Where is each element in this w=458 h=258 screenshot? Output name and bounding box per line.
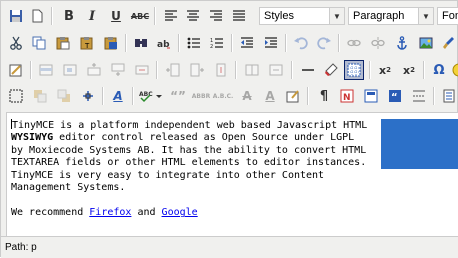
spellcheck-icon[interactable]: ABC <box>138 86 164 106</box>
format-select[interactable]: Paragraph ▼ <box>348 7 434 25</box>
toolbar-row-3: x2 x2 Ω <box>1 57 458 83</box>
svg-text:ABC: ABC <box>139 91 153 98</box>
indent-icon[interactable] <box>261 33 281 53</box>
cite-icon[interactable]: “” <box>168 86 188 106</box>
chevron-down-icon: ▼ <box>329 8 344 24</box>
horizontal-rule-icon[interactable] <box>298 60 318 80</box>
delete-row-icon[interactable] <box>132 60 152 80</box>
replace-icon[interactable]: ab <box>154 33 174 53</box>
align-right-icon[interactable] <box>206 6 226 26</box>
numbered-list-icon[interactable]: 12 <box>207 33 227 53</box>
outdent-icon[interactable] <box>237 33 257 53</box>
toolbar-row-4: A ABC “” ABBR A.B.C. A A ¶ N “ <box>1 83 458 109</box>
insert-layer-icon[interactable] <box>6 86 26 106</box>
strikethrough-icon[interactable]: ABC <box>130 6 150 26</box>
align-left-icon[interactable] <box>161 6 181 26</box>
svg-text:2: 2 <box>210 44 213 49</box>
content-text-3: by Moxiecode Systems AB. It has the abil… <box>11 144 367 156</box>
link-firefox[interactable]: Firefox <box>89 207 131 218</box>
content-text-4: TEXTAREA fields or other HTML elements t… <box>11 157 367 169</box>
bullet-list-icon[interactable] <box>184 33 204 53</box>
page-break-icon[interactable] <box>409 86 429 106</box>
visual-aid-icon[interactable] <box>344 60 364 80</box>
link-google[interactable]: Google <box>162 207 198 218</box>
align-justify-icon[interactable] <box>229 6 249 26</box>
link-icon[interactable] <box>344 33 364 53</box>
paste-word-icon[interactable] <box>101 33 121 53</box>
abbr-icon[interactable]: ABBR <box>191 86 211 106</box>
table-cell-props-icon[interactable] <box>60 60 80 80</box>
insert-col-after-icon[interactable] <box>187 60 207 80</box>
unlink-icon[interactable] <box>368 33 388 53</box>
cut-icon[interactable] <box>6 33 26 53</box>
find-icon[interactable] <box>131 33 151 53</box>
content-text-2: editor control released as Open Source u… <box>53 132 355 144</box>
font-select-label: Fon <box>442 10 458 22</box>
visual-chars-icon[interactable]: ¶ <box>314 86 334 106</box>
content-text-5: TinyMCE is very easy to integrate into o… <box>11 169 325 181</box>
image-icon[interactable] <box>416 33 436 53</box>
chevron-down-icon: ▼ <box>418 8 433 24</box>
acronym-icon[interactable]: A.B.C. <box>213 86 234 106</box>
table-row-props-icon[interactable] <box>36 60 56 80</box>
emotions-icon[interactable] <box>449 60 458 80</box>
svg-text:“: “ <box>391 92 398 103</box>
new-document-icon[interactable] <box>27 6 47 26</box>
recommend-prefix: We recommend <box>11 207 90 219</box>
paste-icon[interactable] <box>53 33 73 53</box>
content-bold-text: WYSIWYG <box>11 132 54 144</box>
insert-col-before-icon[interactable] <box>163 60 183 80</box>
toolbar-row-2: T ab 12 <box>1 30 458 56</box>
redo-icon[interactable] <box>314 33 334 53</box>
styles-select[interactable]: Styles ▼ <box>259 7 345 25</box>
toolbar-row-1: B I U ABC Styles ▼ Paragraph ▼ Fon <box>1 3 458 29</box>
path-label[interactable]: Path: p <box>5 242 37 253</box>
special-char-icon[interactable]: Ω <box>429 60 449 80</box>
copy-icon[interactable] <box>29 33 49 53</box>
split-cells-icon[interactable] <box>242 60 262 80</box>
content-paragraph-1: TinyMCE is a platform independent web ba… <box>7 113 375 194</box>
content-text-1: TinyMCE is a platform independent web ba… <box>12 120 368 131</box>
align-center-icon[interactable] <box>183 6 203 26</box>
svg-text:N: N <box>343 93 351 103</box>
move-backward-icon[interactable] <box>54 86 74 106</box>
styles-select-label: Styles <box>264 10 294 22</box>
editor-content-area[interactable]: TinyMCE is a platform independent web ba… <box>6 112 458 236</box>
embedded-image[interactable] <box>381 119 458 169</box>
insert-row-before-icon[interactable] <box>84 60 104 80</box>
cleanup-icon[interactable] <box>439 33 458 53</box>
style-props-icon[interactable]: A <box>108 86 128 106</box>
undo-icon[interactable] <box>291 33 311 53</box>
absolute-icon[interactable] <box>78 86 98 106</box>
save-icon[interactable] <box>6 6 26 26</box>
insert-row-after-icon[interactable] <box>108 60 128 80</box>
status-bar: Path: p <box>1 236 458 258</box>
delete-col-icon[interactable] <box>211 60 231 80</box>
fullpage-icon[interactable] <box>439 86 458 106</box>
anchor-icon[interactable] <box>392 33 412 53</box>
tinymce-editor: B I U ABC Styles ▼ Paragraph ▼ Fon T ab … <box>0 0 458 258</box>
font-select[interactable]: Fon <box>437 7 458 25</box>
del-icon[interactable]: A <box>237 86 257 106</box>
bold-icon[interactable]: B <box>59 6 79 26</box>
subscript-icon[interactable]: x2 <box>375 60 395 80</box>
content-text-6: Management Systems. <box>11 182 126 194</box>
superscript-icon[interactable]: x2 <box>399 60 419 80</box>
paste-text-icon[interactable]: T <box>77 33 97 53</box>
italic-icon[interactable]: I <box>82 6 102 26</box>
edit-html-icon[interactable] <box>6 60 26 80</box>
remove-format-icon[interactable] <box>321 60 341 80</box>
move-forward-icon[interactable] <box>30 86 50 106</box>
nonbreaking-icon[interactable]: N <box>337 86 357 106</box>
svg-text:T: T <box>84 42 90 50</box>
blockquote-icon[interactable]: “ <box>385 86 405 106</box>
attributes-icon[interactable] <box>283 86 303 106</box>
format-select-label: Paragraph <box>353 10 405 22</box>
content-paragraph-2: We recommend Firefox and Google <box>7 194 375 219</box>
ins-icon[interactable]: A <box>260 86 280 106</box>
underline-icon[interactable]: U <box>106 6 126 26</box>
template-icon[interactable] <box>361 86 381 106</box>
merge-cells-icon[interactable] <box>266 60 286 80</box>
and-text: and <box>131 207 162 219</box>
